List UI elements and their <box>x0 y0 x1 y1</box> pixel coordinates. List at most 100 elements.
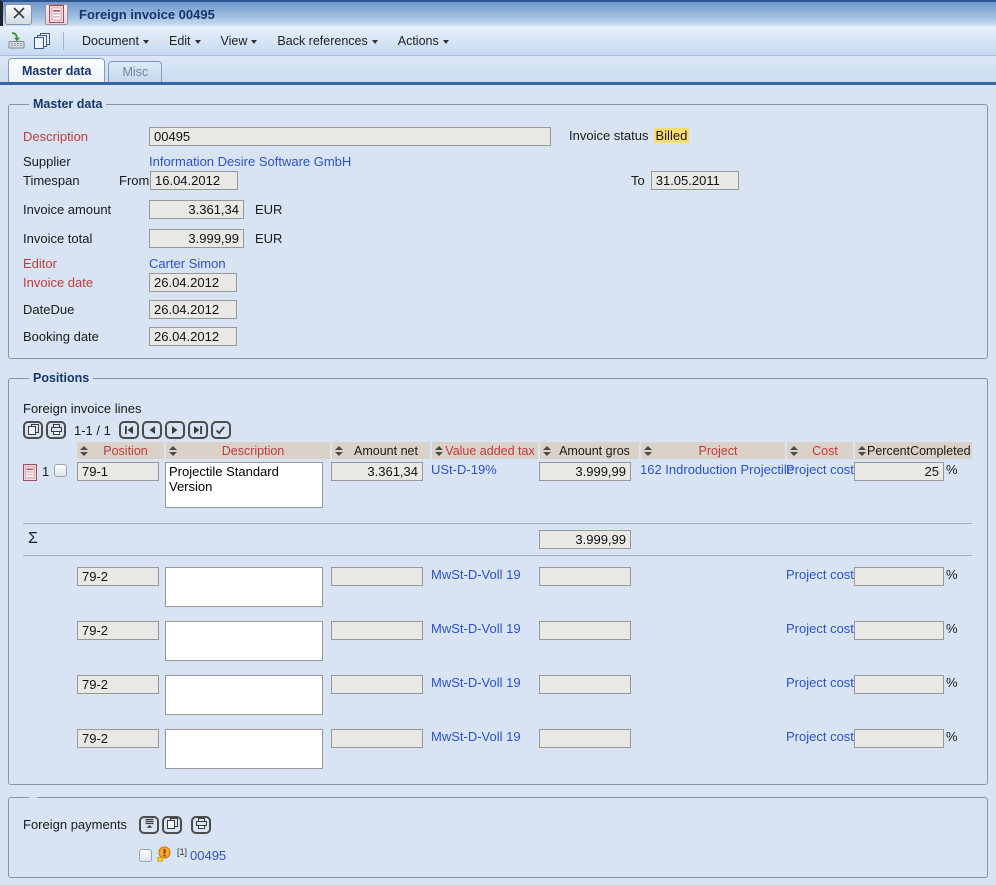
cost-link[interactable]: Project costs <box>786 675 860 690</box>
amount-net-input[interactable] <box>331 621 423 640</box>
percent-completed-input[interactable] <box>854 462 944 481</box>
amount-net-input[interactable] <box>331 567 423 586</box>
print-payments-button[interactable] <box>191 816 211 834</box>
supplier-link[interactable]: Information Desire Software GmbH <box>149 154 351 169</box>
menu-edit[interactable]: Edit <box>162 32 208 50</box>
booking-date-input[interactable] <box>149 327 237 346</box>
sort-icon[interactable] <box>168 445 178 457</box>
percent-sign: % <box>946 675 958 690</box>
column-label: Position <box>89 444 162 458</box>
cost-link[interactable]: Project costs <box>786 462 860 477</box>
import-keyboard-icon[interactable] <box>8 32 27 49</box>
supplier-label: Supplier <box>23 154 149 169</box>
copy-lines-button[interactable] <box>23 421 43 439</box>
last-page-button[interactable] <box>188 421 208 439</box>
row-checkbox[interactable] <box>54 464 67 477</box>
next-page-button[interactable] <box>165 421 185 439</box>
copy-pages-icon[interactable] <box>33 32 52 50</box>
print-lines-button[interactable] <box>46 421 66 439</box>
invoice-total-input[interactable] <box>149 229 244 248</box>
sum-row: Σ <box>23 523 972 555</box>
menu-actions[interactable]: Actions <box>391 32 456 50</box>
percent-completed-input[interactable] <box>854 621 944 640</box>
amount-gros-input[interactable] <box>539 729 631 748</box>
payment-checkbox[interactable] <box>139 849 152 862</box>
position-input[interactable] <box>77 675 159 694</box>
first-page-button[interactable] <box>119 421 139 439</box>
amount-net-input[interactable] <box>331 729 423 748</box>
vat-link[interactable]: MwSt-D-Voll 19 <box>431 621 521 636</box>
previous-page-button[interactable] <box>142 421 162 439</box>
window-titlebar: Foreign invoice 00495 <box>0 0 996 26</box>
percent-completed-input[interactable] <box>854 675 944 694</box>
cost-link[interactable]: Project costs <box>786 567 860 582</box>
date-due-input[interactable] <box>149 300 237 319</box>
vat-link[interactable]: MwSt-D-Voll 19 <box>431 729 521 744</box>
sort-icon[interactable] <box>434 445 444 457</box>
amount-net-input[interactable] <box>331 462 423 481</box>
timespan-from-input[interactable] <box>150 171 238 190</box>
sort-icon[interactable] <box>79 445 89 457</box>
percent-completed-input[interactable] <box>854 729 944 748</box>
list-export-button[interactable] <box>139 816 159 834</box>
description-textarea[interactable] <box>165 567 323 607</box>
table-row-empty: MwSt-D-Voll 19 Project costs % <box>23 555 972 610</box>
description-input[interactable] <box>149 127 551 146</box>
invoice-document-icon <box>45 4 68 25</box>
position-input[interactable] <box>77 462 159 481</box>
sort-icon[interactable] <box>542 445 552 457</box>
project-link[interactable]: 162 Indroduction Projectile <box>640 462 794 477</box>
description-textarea[interactable] <box>165 675 323 715</box>
column-label: PercentCompleted <box>867 444 971 458</box>
invoice-amount-input[interactable] <box>149 200 244 219</box>
chevron-down-icon <box>143 40 149 44</box>
apply-selection-button[interactable] <box>211 421 231 439</box>
editor-link[interactable]: Carter Simon <box>149 256 226 271</box>
cost-link[interactable]: Project costs <box>786 621 860 636</box>
amount-gros-input[interactable] <box>539 567 631 586</box>
sum-amount-gros-input[interactable] <box>539 530 631 549</box>
toolbar-separator <box>63 32 64 50</box>
description-textarea[interactable] <box>165 621 323 661</box>
amount-gros-input[interactable] <box>539 675 631 694</box>
sort-icon[interactable] <box>789 445 799 457</box>
vat-link[interactable]: MwSt-D-Voll 19 <box>431 675 521 690</box>
menu-view[interactable]: View <box>214 32 265 50</box>
position-input[interactable] <box>77 729 159 748</box>
invoice-status-group: Invoice status Billed <box>569 128 689 143</box>
timespan-row: Timespan From To <box>23 171 981 190</box>
page-title: Foreign invoice 00495 <box>79 7 215 22</box>
tab-misc[interactable]: Misc <box>108 61 162 82</box>
copy-payments-button[interactable] <box>162 816 182 834</box>
amount-gros-input[interactable] <box>539 621 631 640</box>
positions-legend: Positions <box>29 371 93 385</box>
amount-gros-input[interactable] <box>539 462 631 481</box>
menu-document[interactable]: Document <box>75 32 156 50</box>
cost-link[interactable]: Project costs <box>786 729 860 744</box>
position-input[interactable] <box>77 621 159 640</box>
payment-link[interactable]: 00495 <box>190 848 226 863</box>
row-index: 1 <box>42 464 49 479</box>
position-input[interactable] <box>77 567 159 586</box>
amount-net-input[interactable] <box>331 675 423 694</box>
description-textarea[interactable] <box>165 729 323 769</box>
vat-link[interactable]: USt-D-19% <box>431 462 497 477</box>
invoice-date-row: Invoice date <box>23 273 981 292</box>
invoice-date-input[interactable] <box>149 273 237 292</box>
menu-edit-label: Edit <box>169 34 191 48</box>
timespan-to-group: To <box>631 171 739 190</box>
date-due-row: DateDue <box>23 300 981 319</box>
sort-icon[interactable] <box>643 445 653 457</box>
close-button[interactable] <box>5 4 32 25</box>
percent-completed-input[interactable] <box>854 567 944 586</box>
menu-back-references[interactable]: Back references <box>270 32 384 50</box>
tab-master-data[interactable]: Master data <box>8 58 105 82</box>
sort-icon[interactable] <box>334 445 344 457</box>
timespan-to-input[interactable] <box>651 171 739 190</box>
description-textarea[interactable]: Projectile Standard Version <box>165 462 323 508</box>
foreign-payments-section: Foreign payments [1] 0 <box>8 797 988 878</box>
editor-row: Editor Carter Simon <box>23 256 981 271</box>
sort-icon[interactable] <box>857 445 867 457</box>
line-document-icon[interactable] <box>23 464 37 484</box>
vat-link[interactable]: MwSt-D-Voll 19 <box>431 567 521 582</box>
